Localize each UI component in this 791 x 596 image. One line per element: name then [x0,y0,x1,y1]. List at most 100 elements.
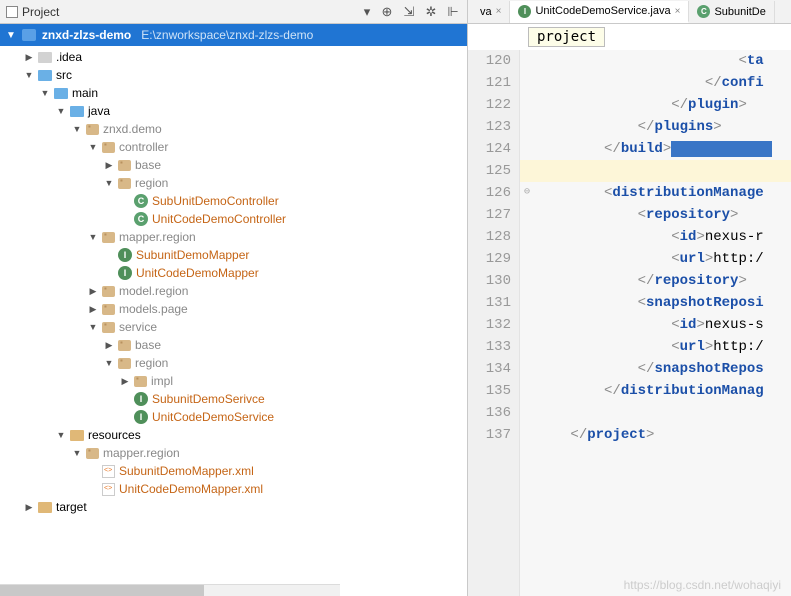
project-root-row[interactable]: ▼ znxd-zlzs-demo E:\znworkspace\znxd-zlz… [0,24,467,46]
code-line[interactable]: <url>http:/ [520,248,791,270]
tree-item[interactable]: ▼mapper.region [0,444,467,462]
code-line[interactable]: <distributionManage [520,182,791,204]
chevron-down-icon[interactable]: ▼ [72,448,82,458]
editor-tab[interactable]: va × [472,1,510,23]
tree-item[interactable]: ▶impl [0,372,467,390]
fold-marker [520,116,534,138]
chevron-down-icon[interactable]: ▼ [104,178,114,188]
tree-item[interactable]: ▶ .idea [0,48,467,66]
tree-item[interactable]: ▶SubunitDemoMapper.xml [0,462,467,480]
chevron-right-icon[interactable]: ▶ [88,304,98,315]
tree-item[interactable]: ▼controller [0,138,467,156]
project-root-name: znxd-zlzs-demo [42,28,131,42]
tree-item-label: SubunitDemoSerivce [152,392,265,406]
tab-label: va [480,6,492,18]
tab-label: SubunitDe [714,6,765,18]
editor-tab[interactable]: IUnitCodeDemoService.java× [510,1,689,23]
tree-item-label: src [56,68,72,82]
xml-file-icon [102,483,115,496]
tree-item[interactable]: ▶target [0,498,467,516]
chevron-down-icon[interactable]: ▼ [56,106,66,116]
breadcrumb-box[interactable]: project [528,27,605,47]
fold-column[interactable]: ⊖ [520,50,534,446]
gear-icon[interactable]: ✲ [423,4,439,20]
chevron-down-icon[interactable]: ▼ [24,70,34,80]
tree-item[interactable]: ▼mapper.region [0,228,467,246]
tree-item[interactable]: ▼resources [0,426,467,444]
code-line[interactable]: <snapshotReposi [520,292,791,314]
tree-item[interactable]: ▼service [0,318,467,336]
line-number: 122 [468,94,511,116]
tree-item[interactable]: ▶IUnitCodeDemoService [0,408,467,426]
tree-item[interactable]: ▶model.region [0,282,467,300]
editor-tab[interactable]: CSubunitDe [689,1,774,23]
tree-item[interactable]: ▶UnitCodeDemoMapper.xml [0,480,467,498]
code-line[interactable]: <ta [520,50,791,72]
line-number: 136 [468,402,511,424]
tree-item[interactable]: ▼znxd.demo [0,120,467,138]
code-line[interactable] [520,160,791,182]
package-icon [102,286,115,297]
tree-item[interactable]: ▶ISubunitDemoSerivce [0,390,467,408]
module-folder-icon [22,29,36,41]
chevron-down-icon[interactable]: ▼ [40,88,50,98]
chevron-right-icon[interactable]: ▶ [104,160,114,171]
code-area[interactable]: <ta </confi </plugin> </plugins> </build… [520,50,791,596]
tab-label: UnitCodeDemoService.java [535,5,670,17]
code-line[interactable]: <repository> [520,204,791,226]
tree-item[interactable]: ▼ region [0,354,467,372]
tree-item[interactable]: ▼ main [0,84,467,102]
code-line[interactable]: </project> [520,424,791,446]
chevron-right-icon[interactable]: ▶ [24,502,34,513]
fold-marker[interactable]: ⊖ [520,182,534,204]
close-icon[interactable]: × [675,6,681,17]
tree-item[interactable]: ▶base [0,156,467,174]
code-editor[interactable]: 1201211221231241251261271281291301311321… [468,50,791,596]
tree-item-label: region [135,356,168,370]
chevron-right-icon[interactable]: ▶ [24,52,34,63]
tree-item-label: .idea [56,50,82,64]
close-icon[interactable]: × [496,6,502,17]
hide-icon[interactable]: ⊩ [445,4,461,20]
code-line[interactable]: </confi [520,72,791,94]
tree-item[interactable]: ▶models.page [0,300,467,318]
code-line[interactable]: </snapshotRepos [520,358,791,380]
tree-item[interactable]: ▼region [0,174,467,192]
chevron-down-icon[interactable]: ▼ [88,322,98,332]
code-line[interactable] [520,402,791,424]
fold-marker [520,380,534,402]
chevron-down-icon[interactable]: ▼ [88,232,98,242]
code-line[interactable]: </repository> [520,270,791,292]
line-number: 129 [468,248,511,270]
chevron-down-icon[interactable]: ▼ [56,430,66,440]
tree-item[interactable]: ▶ISubunitDemoMapper [0,246,467,264]
chevron-right-icon[interactable]: ▶ [88,286,98,297]
code-line[interactable]: <url>http:/ [520,336,791,358]
chevron-right-icon[interactable]: ▶ [120,376,130,387]
project-root-path: E:\znworkspace\znxd-zlzs-demo [141,28,313,42]
package-icon [118,160,131,171]
fold-marker [520,314,534,336]
chevron-right-icon[interactable]: ▶ [104,340,114,351]
tree-item-label: main [72,86,98,100]
tree-item[interactable]: ▶CUnitCodeDemoController [0,210,467,228]
horizontal-scrollbar[interactable] [0,584,340,596]
project-tree[interactable]: ▶ .idea ▼ src ▼ main ▼java▼znxd.demo▼controlle… [0,46,467,596]
tree-item[interactable]: ▶CSubUnitDemoController [0,192,467,210]
tree-item[interactable]: ▼java [0,102,467,120]
collapse-icon[interactable]: ⇲ [401,4,417,20]
chevron-down-icon[interactable]: ▼ [104,358,114,368]
tree-item[interactable]: ▶base [0,336,467,354]
code-line[interactable]: </build> [520,138,791,160]
dropdown-icon[interactable]: ▾ [359,4,375,20]
code-line[interactable]: <id>nexus-s [520,314,791,336]
locate-icon[interactable]: ⊕ [379,4,395,20]
code-line[interactable]: </distributionManag [520,380,791,402]
code-line[interactable]: </plugins> [520,116,791,138]
chevron-down-icon[interactable]: ▼ [72,124,82,134]
tree-item[interactable]: ▶IUnitCodeDemoMapper [0,264,467,282]
tree-item[interactable]: ▼ src [0,66,467,84]
code-line[interactable]: <id>nexus-r [520,226,791,248]
code-line[interactable]: </plugin> [520,94,791,116]
chevron-down-icon[interactable]: ▼ [88,142,98,152]
